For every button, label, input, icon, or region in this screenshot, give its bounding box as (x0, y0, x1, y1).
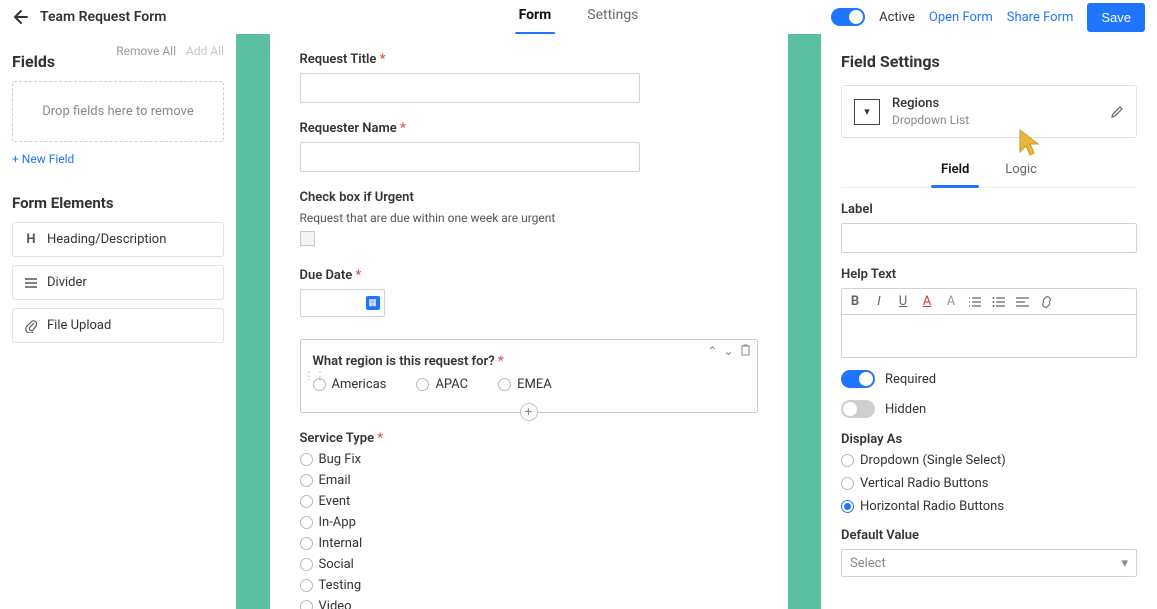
label-heading: Label (841, 202, 1137, 217)
field-type: Dropdown List (892, 113, 969, 127)
due-date-label: Due Date (300, 268, 353, 283)
remove-dropzone[interactable]: Drop fields here to remove (12, 81, 224, 142)
required-star: * (400, 121, 406, 136)
required-star: * (356, 268, 362, 283)
save-button[interactable]: Save (1087, 3, 1145, 32)
region-field-block[interactable]: ⋮⋮ ⌃ ⌄ What region is this request for? … (300, 339, 758, 413)
bold-icon[interactable]: B (848, 294, 862, 309)
rte-toolbar: B I U A A (841, 288, 1137, 314)
drag-handle-icon[interactable]: ⋮⋮ (304, 370, 326, 383)
unordered-list-icon[interactable] (992, 296, 1006, 308)
heading-icon: H (23, 232, 39, 247)
underline-icon[interactable]: U (896, 294, 910, 309)
add-field-below-button[interactable]: + (520, 403, 538, 421)
urgent-checkbox[interactable] (300, 231, 315, 246)
tab-form[interactable]: Form (515, 1, 556, 33)
field-summary-card: ▾ Regions Dropdown List (841, 85, 1137, 138)
region-option-emea[interactable]: EMEA (498, 377, 552, 392)
urgent-help: Request that are due within one week are… (300, 211, 758, 225)
ordered-list-icon[interactable] (968, 296, 982, 308)
default-value-select[interactable]: Select ▾ (841, 549, 1137, 577)
hidden-label: Hidden (885, 402, 926, 417)
italic-icon[interactable]: I (872, 294, 886, 309)
text-color-icon[interactable]: A (920, 294, 934, 309)
hidden-toggle[interactable] (841, 400, 875, 418)
service-option[interactable]: Social (300, 557, 758, 572)
edit-icon[interactable] (1110, 105, 1124, 119)
display-as-heading: Display As (841, 432, 1137, 447)
element-file-upload-label: File Upload (47, 318, 111, 333)
help-text-heading: Help Text (841, 267, 1137, 282)
display-option-vertical[interactable]: Vertical Radio Buttons (841, 476, 1137, 491)
required-toggle[interactable] (841, 370, 875, 388)
required-star: * (380, 52, 386, 67)
divider-icon (23, 277, 39, 289)
service-option[interactable]: Video (300, 599, 758, 609)
help-text-editor[interactable] (841, 314, 1137, 358)
request-title-label: Request Title (300, 52, 377, 67)
add-all-link[interactable]: Add All (186, 44, 224, 58)
form-elements-heading: Form Elements (12, 194, 224, 212)
element-divider-label: Divider (47, 275, 87, 290)
active-toggle-label: Active (879, 10, 915, 25)
page-title: Team Request Form (40, 9, 166, 25)
element-heading-label: Heading/Description (47, 232, 166, 247)
service-option[interactable]: Testing (300, 578, 758, 593)
open-form-link[interactable]: Open Form (929, 10, 993, 25)
service-option[interactable]: In-App (300, 515, 758, 530)
urgent-label: Check box if Urgent (300, 190, 758, 205)
panel-tab-field[interactable]: Field (937, 156, 973, 187)
expand-icon[interactable]: ⌄ (723, 344, 733, 358)
tab-settings[interactable]: Settings (583, 1, 642, 33)
align-icon[interactable] (1016, 296, 1030, 308)
share-form-link[interactable]: Share Form (1007, 10, 1074, 25)
trash-icon[interactable] (740, 344, 751, 358)
service-type-label: Service Type (300, 431, 375, 446)
default-value-heading: Default Value (841, 528, 1137, 543)
dropdown-field-icon: ▾ (854, 99, 880, 125)
service-option[interactable]: Email (300, 473, 758, 488)
required-star: * (498, 354, 504, 369)
element-heading[interactable]: H Heading/Description (12, 222, 224, 257)
back-icon[interactable] (12, 8, 30, 26)
service-option[interactable]: Internal (300, 536, 758, 551)
due-date-input[interactable]: ▦ (300, 289, 385, 317)
form-canvas[interactable]: Request Title * Requester Name * Check b… (270, 34, 788, 609)
display-option-horizontal[interactable]: Horizontal Radio Buttons (841, 499, 1137, 514)
requester-name-label: Requester Name (300, 121, 397, 136)
element-file-upload[interactable]: File Upload (12, 308, 224, 343)
remove-all-link[interactable]: Remove All (116, 44, 176, 58)
panel-tab-logic[interactable]: Logic (1001, 156, 1041, 187)
label-input[interactable] (841, 223, 1137, 253)
new-field-link[interactable]: + New Field (12, 152, 74, 166)
element-divider[interactable]: Divider (12, 265, 224, 300)
region-option-apac[interactable]: APAC (416, 377, 468, 392)
region-label: What region is this request for? (313, 354, 495, 369)
calendar-icon: ▦ (366, 296, 380, 310)
required-star: * (377, 431, 383, 446)
chevron-down-icon: ▾ (1121, 556, 1128, 571)
clip-icon (23, 319, 39, 333)
highlight-icon[interactable]: A (944, 294, 958, 309)
service-option[interactable]: Bug Fix (300, 452, 758, 467)
request-title-input[interactable] (300, 73, 640, 103)
service-option[interactable]: Event (300, 494, 758, 509)
default-value-placeholder: Select (850, 556, 886, 571)
field-settings-heading: Field Settings (841, 52, 1137, 71)
collapse-icon[interactable]: ⌃ (707, 344, 717, 358)
required-label: Required (885, 372, 936, 387)
display-option-dropdown[interactable]: Dropdown (Single Select) (841, 453, 1137, 468)
field-name: Regions (892, 96, 969, 111)
requester-name-input[interactable] (300, 142, 640, 172)
link-icon[interactable] (1040, 296, 1054, 308)
active-toggle[interactable] (831, 8, 865, 26)
